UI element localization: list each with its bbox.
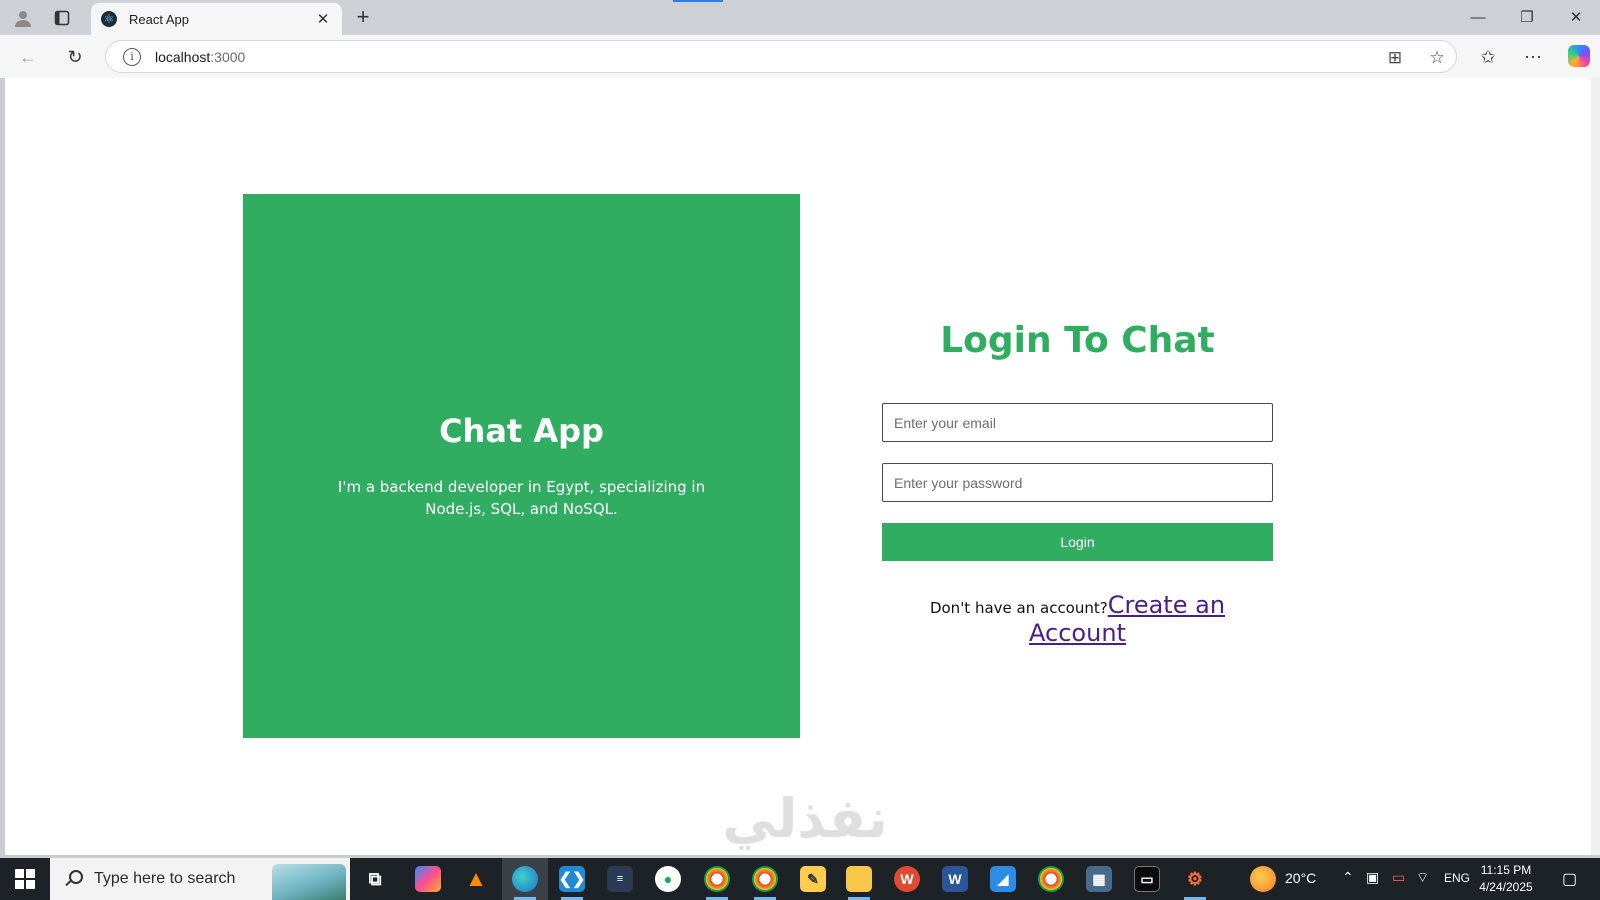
copilot-icon[interactable] [1568, 45, 1590, 67]
taskbar-clock[interactable]: 11:15 PM 4/24/2025 [1468, 862, 1544, 896]
browser-toolbar: ← ↻ i localhost:3000 ⊞ ☆ ✩ ⋯ [0, 35, 1600, 78]
language-indicator[interactable]: ENG [1444, 871, 1470, 885]
chrome-icon[interactable] [704, 866, 730, 892]
wifi-icon[interactable]: ⌔ [1416, 869, 1429, 887]
chrome-app-icon[interactable] [1038, 866, 1064, 892]
mongodb-icon[interactable]: ● [655, 866, 681, 892]
signup-row: Don't have an account?Create an Account [882, 591, 1273, 647]
browser-tab-strip: ⚛ React App ✕ + — ❐ ✕ [0, 0, 1600, 35]
restore-icon[interactable]: ❐ [1517, 8, 1537, 28]
word-icon[interactable]: W [942, 866, 968, 892]
photos-icon[interactable]: ◢ [990, 866, 1016, 892]
tab-actions-icon[interactable] [51, 7, 73, 29]
new-tab-icon[interactable]: + [352, 6, 374, 28]
notifications-icon[interactable]: ▢ [1562, 869, 1577, 889]
close-tab-icon[interactable]: ✕ [314, 10, 332, 28]
address-bar[interactable]: i localhost:3000 ⊞ ☆ [105, 40, 1457, 73]
favorites-icon[interactable]: ✩ [1476, 45, 1500, 69]
clock-time: 11:15 PM [1480, 863, 1532, 877]
email-field[interactable] [882, 403, 1273, 442]
hero-title: Chat App [439, 412, 604, 450]
watermark-arabic: نفذلي [722, 787, 888, 850]
tab-title: React App [129, 11, 189, 27]
weather-temperature[interactable]: 20°C [1285, 870, 1316, 886]
search-icon [64, 870, 83, 888]
copilot-app-icon[interactable] [415, 866, 441, 892]
file-explorer-icon[interactable] [846, 866, 872, 892]
calculator-icon[interactable]: ▦ [1086, 866, 1112, 892]
minimize-icon[interactable]: — [1468, 8, 1488, 28]
app-available-icon[interactable]: ⊞ [1384, 47, 1406, 69]
search-highlight-image [272, 864, 346, 900]
terminal-app-icon[interactable]: ≡ [607, 866, 633, 892]
back-icon[interactable]: ← [16, 45, 40, 69]
watermark: نفذلي [690, 790, 920, 848]
wps-icon[interactable]: W [894, 866, 920, 892]
meet-icon[interactable]: ▣ [1366, 869, 1379, 886]
chrome-profile-icon[interactable] [752, 866, 778, 892]
taskbar-search[interactable]: Type here to search [50, 858, 350, 900]
edge-icon[interactable] [512, 866, 538, 892]
favorite-icon[interactable]: ☆ [1426, 47, 1448, 69]
show-hidden-icons-icon[interactable]: ⌃ [1342, 869, 1354, 886]
signup-prompt: Don't have an account? [929, 599, 1108, 617]
sticky-app-icon[interactable]: ✎ [800, 866, 826, 892]
info-icon[interactable]: i [123, 47, 141, 66]
hero-description: I'm a backend developer in Egypt, specia… [337, 478, 706, 518]
hero-panel: Chat App I'm a backend developer in Egyp… [243, 194, 800, 738]
taskbar: Type here to search ⧉ ▲ ❮❯ ≡ ● ✎ W W ◢ ▦… [0, 858, 1600, 900]
url-port: :3000 [210, 48, 246, 65]
page-loading-indicator [673, 0, 723, 2]
task-view-icon[interactable]: ⧉ [362, 866, 388, 892]
page-viewport: Chat App I'm a backend developer in Egyp… [5, 78, 1595, 855]
tab-react-app[interactable]: ⚛ React App ✕ [91, 3, 342, 35]
profile-icon[interactable] [12, 7, 34, 29]
vscode-icon[interactable]: ❮❯ [559, 866, 585, 892]
login-form: Login To Chat Login Don't have an accoun… [882, 320, 1273, 647]
password-field[interactable] [882, 463, 1273, 502]
taskbar-search-placeholder: Type here to search [94, 870, 236, 887]
settings-more-icon[interactable]: ⋯ [1521, 45, 1545, 69]
windows-start-icon[interactable] [15, 869, 35, 889]
scrollbar[interactable] [1591, 78, 1600, 855]
command-prompt-icon[interactable]: ▭ [1134, 866, 1160, 892]
vlc-icon[interactable]: ▲ [463, 866, 489, 892]
close-window-icon[interactable]: ✕ [1566, 8, 1586, 28]
url-host: localhost [155, 48, 211, 65]
login-button[interactable]: Login [882, 523, 1273, 561]
login-heading: Login To Chat [940, 320, 1215, 361]
reload-icon[interactable]: ↻ [63, 45, 87, 69]
weather-icon[interactable] [1250, 866, 1276, 892]
react-icon: ⚛ [101, 11, 117, 27]
postman-icon[interactable]: ⚙ [1182, 866, 1208, 892]
battery-icon[interactable]: ▭ [1392, 869, 1405, 886]
clock-date: 4/24/2025 [1479, 880, 1533, 894]
